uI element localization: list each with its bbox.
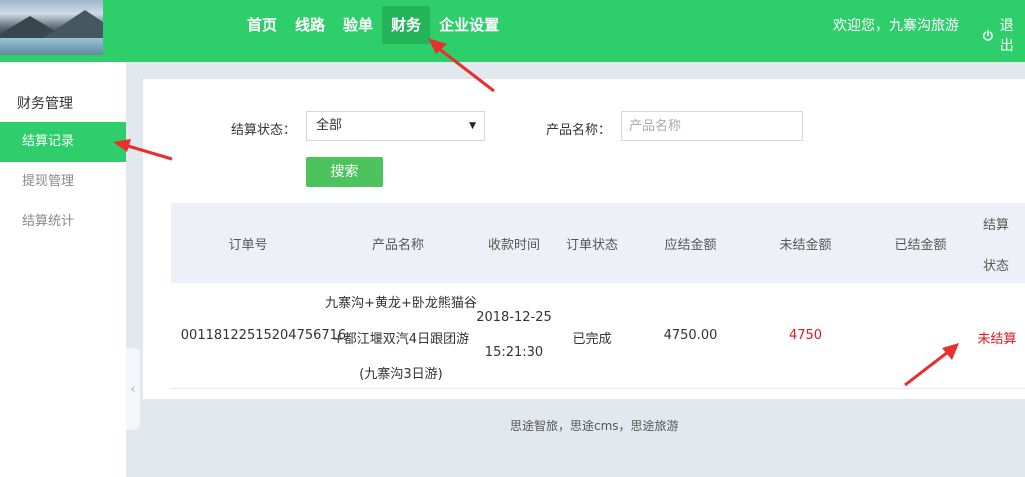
search-button[interactable]: 搜索 <box>306 157 383 187</box>
cell-amount-unsettled: 4750 <box>788 328 823 343</box>
chevron-down-icon: ▼ <box>469 121 476 131</box>
sidebar-item-settlement-records[interactable]: 结算记录 <box>0 122 126 162</box>
col-amount-due: 应结金额 <box>664 238 717 253</box>
col-order-status: 订单状态 <box>565 238 618 253</box>
col-amount-settled: 已结金额 <box>894 238 947 253</box>
nav-home[interactable]: 首页 <box>238 6 286 44</box>
col-settle-status-line2: 状态 <box>982 259 1009 274</box>
cell-product-line-2[interactable]: +都江堰双汽4日跟团游 <box>316 328 486 347</box>
logout-button[interactable]: 退出 <box>982 15 1025 55</box>
product-filter-label: 产品名称： <box>546 123 612 138</box>
power-icon <box>982 29 993 41</box>
sidebar-item-settlement-stats[interactable]: 结算统计 <box>0 202 126 242</box>
main-nav: 首页 线路 验单 财务 企业设置 <box>238 6 508 44</box>
col-product-name: 产品名称 <box>371 238 424 253</box>
main-panel: 结算状态： 全部 ▼ 产品名称： 搜索 订单号 产品名称 收款时间 订单状态 应… <box>143 79 1025 399</box>
nav-finance[interactable]: 财务 <box>382 6 431 44</box>
cell-settle-status: 未结算 <box>977 332 1017 347</box>
cell-pay-date: 2018-12-25 <box>476 310 552 325</box>
col-amount-unsettled: 未结金额 <box>779 238 832 253</box>
product-name-input[interactable] <box>621 111 803 141</box>
cell-product-line-1[interactable]: 九寨沟+黄龙+卧龙熊猫谷 <box>316 292 486 311</box>
sidebar: 财务管理 结算记录 提现管理 结算统计 <box>0 62 126 477</box>
cell-pay-time: 15:21:30 <box>484 345 544 360</box>
col-pay-time: 收款时间 <box>487 238 540 253</box>
col-settle-status-line1: 结算 <box>982 218 1009 233</box>
sidebar-title: 财务管理 <box>17 96 73 112</box>
cell-product-line-3[interactable]: (九寨沟3日游) <box>316 363 486 382</box>
cell-amount-due: 4750.00 <box>663 328 718 343</box>
status-select[interactable]: 全部 ▼ <box>306 111 485 141</box>
status-filter-label: 结算状态： <box>231 123 297 138</box>
footer-text: 思途智旅，思途cms，思途旅游 <box>510 419 679 433</box>
cell-order-status: 已完成 <box>572 332 612 347</box>
nav-verify[interactable]: 验单 <box>334 6 382 44</box>
welcome-text: 欢迎您，九寨沟旅游 <box>833 18 959 34</box>
row-divider <box>171 388 1025 389</box>
status-select-value: 全部 <box>316 118 343 133</box>
sidebar-item-withdrawal[interactable]: 提现管理 <box>0 162 126 202</box>
chevron-left-icon: ‹ <box>130 381 136 397</box>
nav-company-settings[interactable]: 企业设置 <box>430 6 508 44</box>
logout-label: 退出 <box>999 18 1014 54</box>
nav-routes[interactable]: 线路 <box>286 6 334 44</box>
col-order-no: 订单号 <box>228 238 268 253</box>
logo-image <box>0 0 103 55</box>
top-header: 首页 线路 验单 财务 企业设置 欢迎您，九寨沟旅游 退出 <box>0 0 1025 62</box>
sidebar-collapse-toggle[interactable]: ‹ <box>126 348 140 430</box>
